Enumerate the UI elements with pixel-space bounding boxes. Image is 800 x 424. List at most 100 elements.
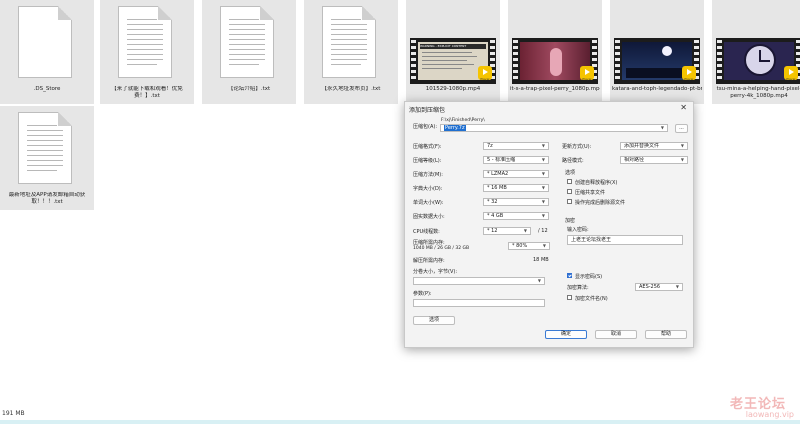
params-input[interactable] [413, 299, 545, 307]
file-txt-app[interactable]: 最新地址及APP请发邮箱自动获取！！！.txt [0, 106, 94, 210]
dict-select[interactable]: * 16 MB ▼ [483, 184, 549, 192]
split-label: 分卷大小，字节(V): [413, 269, 458, 275]
text-file-icon [118, 6, 172, 78]
update-label: 更新方式(U): [562, 144, 592, 150]
text-file-icon [18, 112, 72, 184]
player-icon: Player [682, 66, 696, 81]
format-label: 压缩格式(F): [413, 144, 442, 150]
video-thumbnail: Player [614, 38, 700, 84]
text-file-icon [220, 6, 274, 78]
encryption-group-title: 加密 [565, 218, 576, 224]
watermark-url: laowang.vip [745, 410, 794, 419]
enc-method-label: 加密算法: [567, 285, 589, 291]
file-video-katara[interactable]: Player katara-and-toph-legendado-pt-br_7… [610, 0, 704, 104]
level-select[interactable]: 5 - 标准压缩 ▼ [483, 156, 549, 164]
delete-source-checkbox[interactable] [567, 199, 572, 204]
file-ds-store[interactable]: .DS_Store [0, 0, 94, 104]
chevron-down-icon: ▼ [541, 213, 545, 218]
solid-select[interactable]: * 4 GB ▼ [483, 212, 549, 220]
video-thumbnail: Player [716, 38, 800, 84]
file-name: it-s-a-trap-pixel-perry_1080p.mp4 [510, 86, 600, 92]
file-name: .DS_Store [33, 86, 61, 92]
chevron-down-icon: ▼ [660, 125, 664, 130]
archive-dir: F:\xj\Finished\Perry\ [441, 118, 485, 123]
player-icon: Player [580, 66, 594, 81]
archive-name: Perry.7z [444, 125, 466, 131]
chevron-down-icon: ▼ [541, 171, 545, 176]
archive-label: 压缩包(A): [413, 124, 438, 130]
chevron-down-icon: ▼ [680, 157, 684, 162]
sfx-label: 创建自释放程序(X) [575, 180, 618, 186]
chevron-down-icon: ▼ [541, 199, 545, 204]
archive-name-combo[interactable]: Perry.7z ▼ [440, 124, 668, 132]
chevron-down-icon: ▼ [523, 228, 527, 233]
mem-label: 压缩所需内存: [413, 240, 445, 246]
file-name: 【来了就能下载和观看！优免费！】.txt [111, 86, 183, 99]
method-label: 压缩方法(M): [413, 172, 443, 178]
file-txt-address[interactable]: 【永久地址发布页】.txt [304, 0, 398, 104]
pathmode-select[interactable]: 相对路径 ▼ [620, 156, 688, 164]
chevron-down-icon: ▼ [537, 278, 541, 283]
cpu-total: / 12 [538, 228, 548, 234]
video-thumbnail: WARNING - EXPLICIT CONTENT Player [410, 38, 496, 84]
chevron-down-icon: ▼ [541, 157, 545, 162]
file-name: 最新地址及APP请发邮箱自动获取！！！.txt [8, 192, 86, 205]
ok-button[interactable]: 确定 [545, 330, 587, 339]
browse-button[interactable]: ... [675, 124, 688, 133]
options-group-title: 选项 [565, 170, 576, 176]
chevron-down-icon: ▼ [541, 185, 545, 190]
file-txt-forum[interactable]: 【论坛介绍】.txt [202, 0, 296, 104]
encrypt-names-checkbox[interactable] [567, 295, 572, 300]
password-label: 输入密码: [567, 227, 589, 233]
enc-method-select[interactable]: AES-256 ▼ [635, 283, 683, 291]
show-password-checkbox[interactable] [567, 273, 572, 278]
password-input[interactable]: 上老王论坛找老王 [567, 235, 683, 245]
file-txt-download[interactable]: 【来了就能下载和观看！优免费！】.txt [100, 0, 194, 104]
help-button[interactable]: 帮助 [645, 330, 687, 339]
solid-label: 固实数据大小: [413, 214, 445, 220]
mem-detail: 1040 MB / 26 GB / 32 GB [413, 246, 470, 251]
cancel-button[interactable]: 取消 [595, 330, 637, 339]
video-thumbnail: Player [512, 38, 598, 84]
word-label: 单词大小(W): [413, 200, 444, 206]
method-select[interactable]: * LZMA2 ▼ [483, 170, 549, 178]
split-select[interactable]: ▼ [413, 277, 545, 285]
cpu-label: CPU线程数: [413, 229, 440, 235]
file-name: 【论坛介绍】.txt [227, 86, 271, 92]
shared-label: 压缩共享文件 [575, 190, 606, 196]
status-size: 191 MB [2, 410, 25, 417]
file-name: 【永久地址发布页】.txt [321, 86, 381, 92]
dict-label: 字典大小(D): [413, 186, 443, 192]
encrypt-names-label: 加密文件名(N) [575, 296, 608, 302]
decomp-label: 解压所需内存: [413, 258, 445, 264]
chevron-down-icon: ▼ [680, 143, 684, 148]
decomp-value: 18 MB [533, 257, 549, 263]
mem-percent-select[interactable]: * 80% ▼ [508, 242, 550, 250]
file-video-trap[interactable]: Player it-s-a-trap-pixel-perry_1080p.mp4 [508, 0, 602, 104]
player-icon: Player [478, 66, 492, 81]
delete-source-label: 操作完成后删除源文件 [575, 200, 626, 206]
chevron-down-icon: ▼ [542, 243, 546, 248]
params-label: 参数(P): [413, 291, 432, 297]
sfx-checkbox[interactable] [567, 179, 572, 184]
add-to-archive-dialog: 添加到压缩包 ✕ 压缩包(A): F:\xj\Finished\Perry\ P… [404, 101, 694, 348]
show-password-label: 显示密码(S) [575, 274, 603, 280]
update-select[interactable]: 添加并替换文件 ▼ [620, 142, 688, 150]
shared-checkbox[interactable] [567, 189, 572, 194]
cpu-select[interactable]: * 12 ▼ [483, 227, 531, 235]
chevron-down-icon: ▼ [541, 143, 545, 148]
close-icon[interactable]: ✕ [680, 103, 687, 112]
pathmode-label: 路径模式: [562, 158, 584, 164]
options-button[interactable]: 选项 [413, 316, 455, 325]
file-name: tsu-mina-a-helping-hand-pixel-perry-4k_1… [716, 86, 800, 99]
dialog-titlebar[interactable]: 添加到压缩包 ✕ [405, 102, 693, 116]
word-select[interactable]: * 32 ▼ [483, 198, 549, 206]
file-name: katara-and-toph-legendado-pt-br_720p.mp4 [612, 86, 702, 92]
level-label: 压缩等级(L): [413, 158, 442, 164]
format-select[interactable]: 7z ▼ [483, 142, 549, 150]
file-name: 101529-1080p.mp4 [425, 86, 481, 92]
dialog-title: 添加到压缩包 [409, 107, 446, 114]
file-video-tsu-mina[interactable]: Player tsu-mina-a-helping-hand-pixel-per… [712, 0, 800, 104]
chevron-down-icon: ▼ [675, 284, 679, 289]
file-video-101529[interactable]: WARNING - EXPLICIT CONTENT Player 101529… [406, 0, 500, 104]
